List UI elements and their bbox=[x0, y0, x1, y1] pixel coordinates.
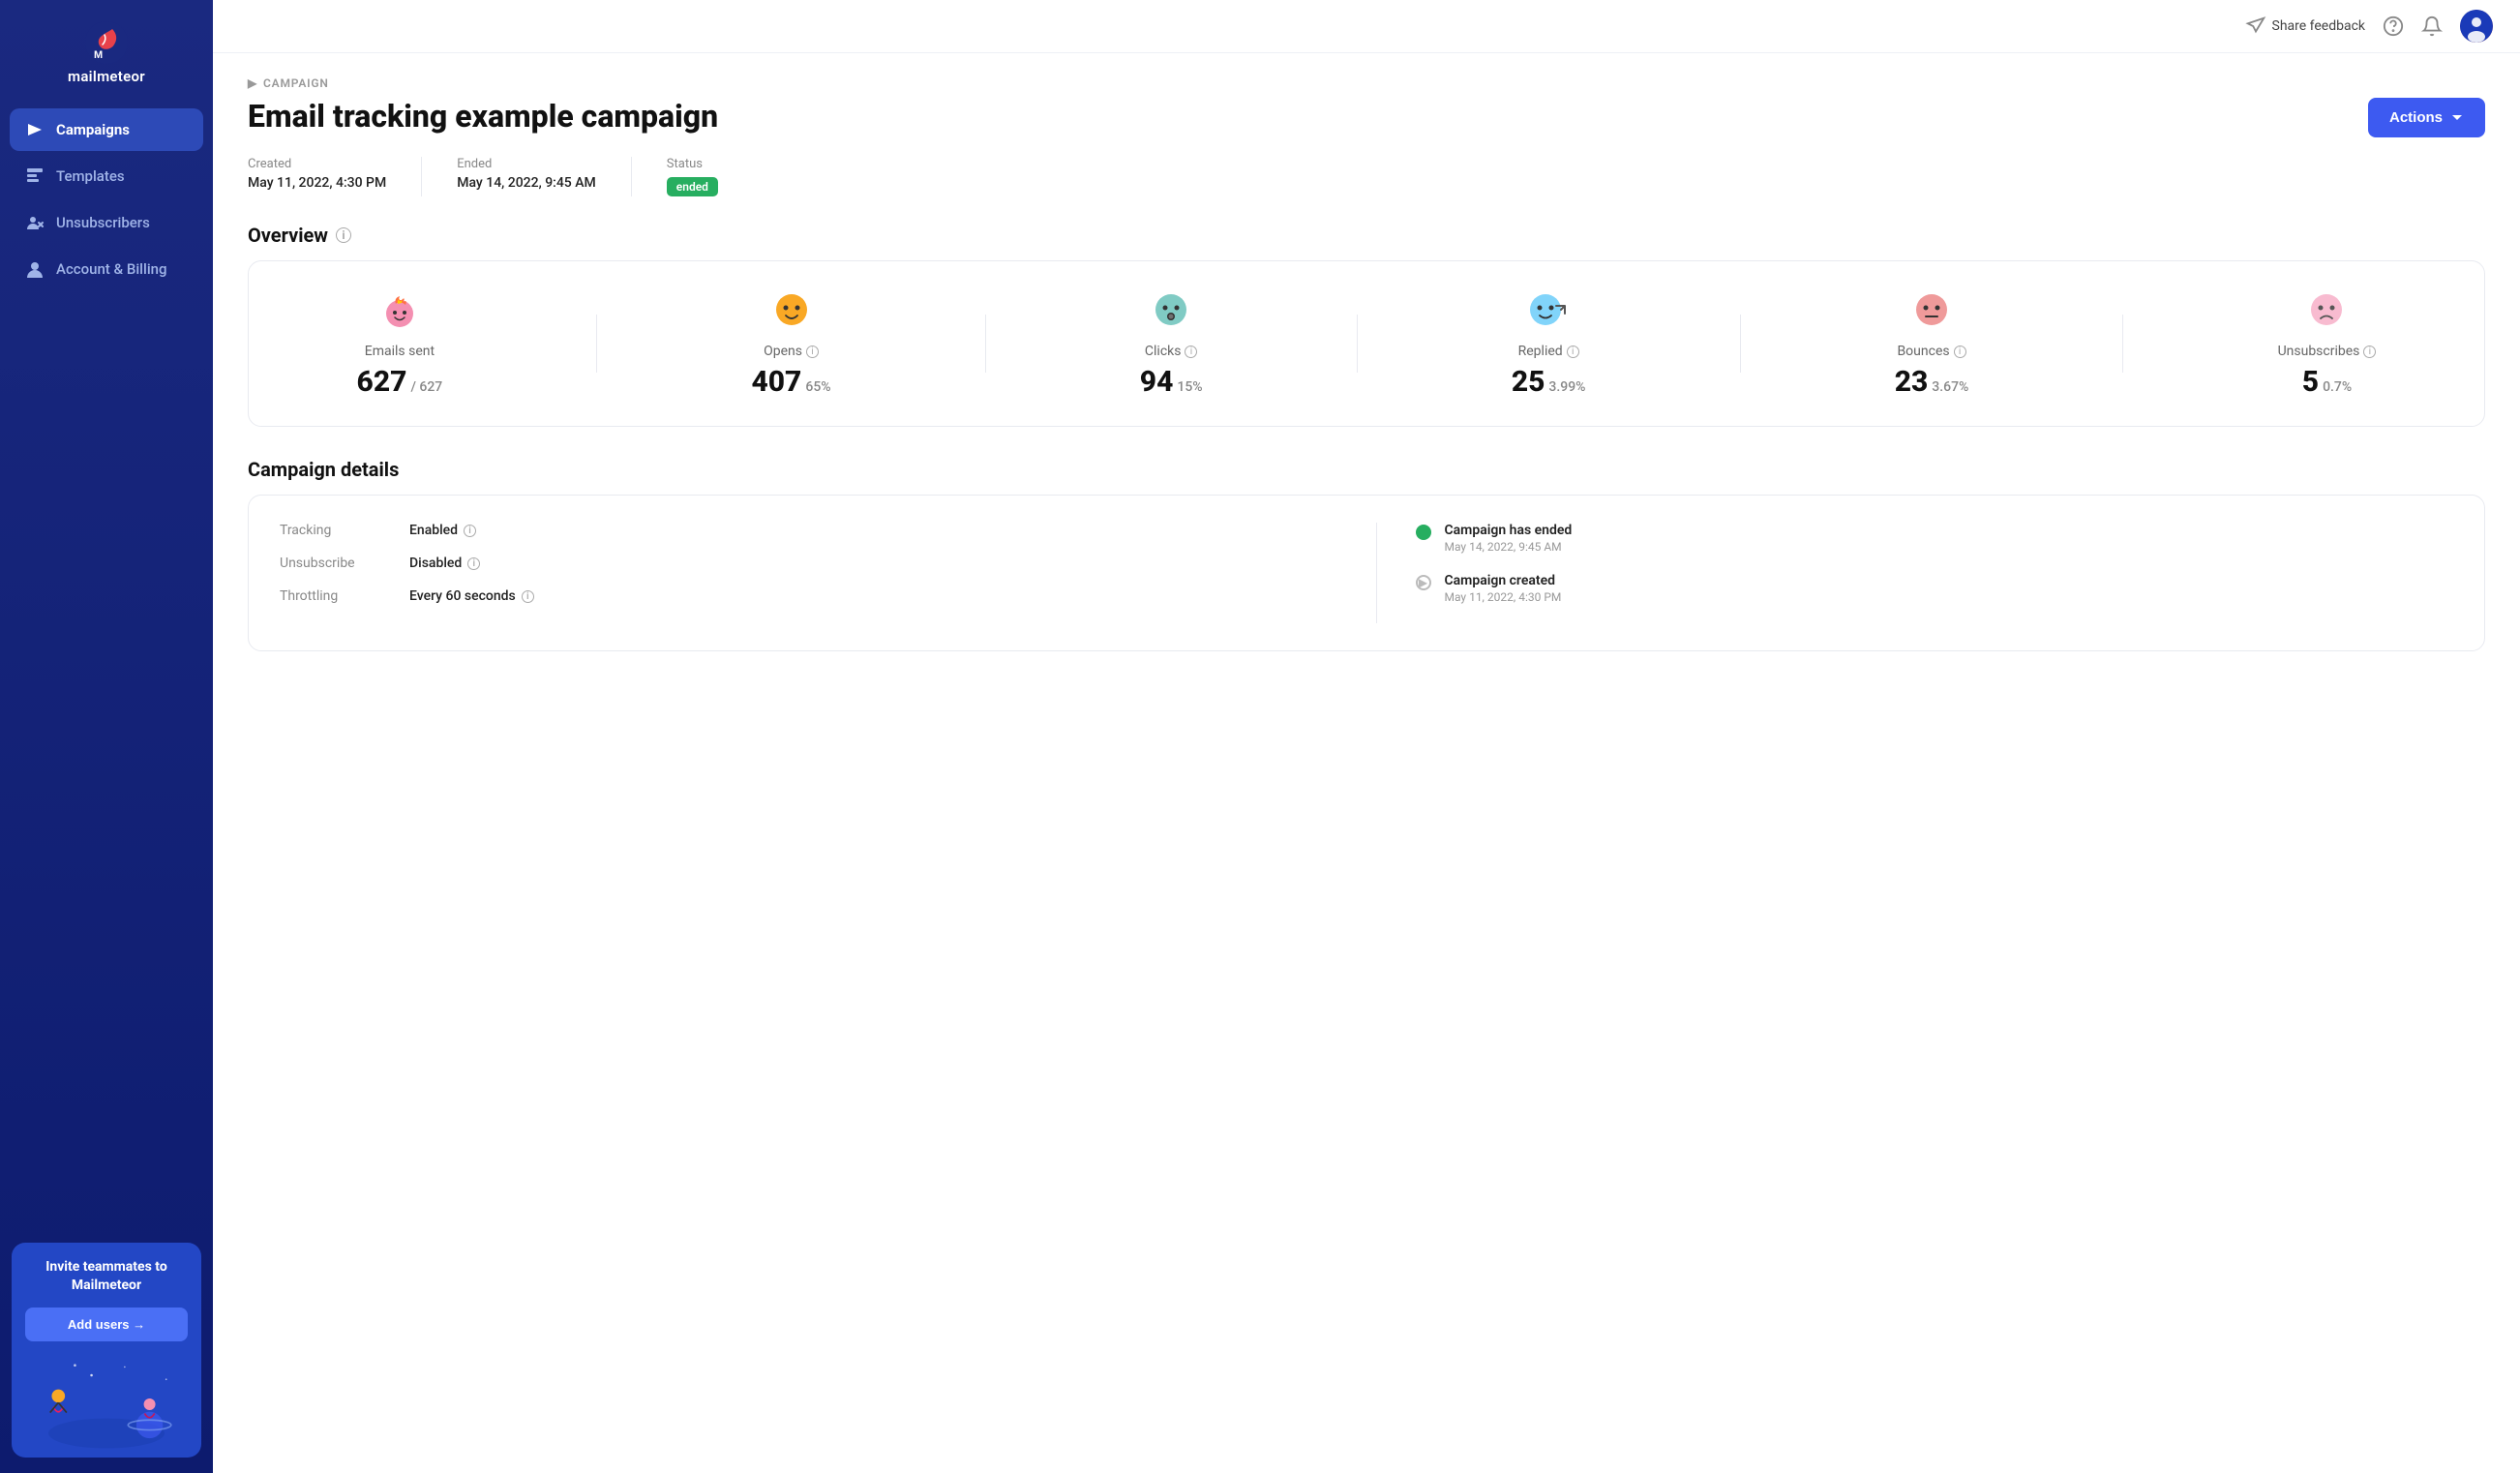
megaphone-icon bbox=[2245, 15, 2266, 37]
unsubscribes-value: 5 bbox=[2302, 365, 2319, 399]
created-meta: Created May 11, 2022, 4:30 PM bbox=[248, 157, 422, 196]
emails-sent-sub: / 627 bbox=[410, 379, 442, 395]
opens-value: 407 bbox=[751, 365, 801, 399]
opens-sub: 65% bbox=[805, 379, 830, 395]
details-right: Campaign has ended May 14, 2022, 9:45 AM… bbox=[1376, 523, 2454, 623]
bounces-info-icon[interactable]: i bbox=[1954, 346, 1966, 358]
stat-divider-5 bbox=[2122, 315, 2123, 373]
emails-sent-value: 627 bbox=[357, 365, 407, 399]
unsubscribes-info-icon[interactable]: i bbox=[2363, 346, 2376, 358]
invite-box: Invite teammates to Mailmeteor Add users… bbox=[12, 1243, 201, 1458]
sidebar-item-unsubscribers[interactable]: Unsubscribers bbox=[10, 201, 203, 244]
account-icon bbox=[25, 259, 45, 279]
replied-value: 25 bbox=[1512, 365, 1545, 399]
campaign-details-card: Tracking Enabled i Unsubscribe Disabled … bbox=[248, 495, 2485, 651]
notifications-icon[interactable] bbox=[2421, 15, 2443, 37]
help-icon[interactable] bbox=[2383, 15, 2404, 37]
page-title: Email tracking example campaign bbox=[248, 98, 718, 135]
emails-sent-label: Emails sent bbox=[365, 344, 435, 359]
unsubscribes-label: Unsubscribes i bbox=[2278, 344, 2377, 359]
unsubscribes-sub: 0.7% bbox=[2323, 379, 2352, 395]
overview-section-title: Overview i bbox=[248, 224, 2485, 247]
clicks-sub: 15% bbox=[1177, 379, 1202, 395]
sidebar-item-templates[interactable]: Templates bbox=[10, 155, 203, 197]
meta-row: Created May 11, 2022, 4:30 PM Ended May … bbox=[248, 157, 2485, 196]
status-meta: Status ended bbox=[667, 157, 753, 196]
clicks-emoji bbox=[1150, 288, 1192, 338]
breadcrumb: ▶ CAMPAIGN bbox=[248, 76, 2485, 90]
unsubscribe-row: Unsubscribe Disabled i bbox=[280, 556, 1318, 571]
opens-info-icon[interactable]: i bbox=[806, 346, 819, 358]
stat-unsubscribes: Unsubscribes i 5 0.7% bbox=[2278, 288, 2377, 399]
clicks-info-icon[interactable]: i bbox=[1185, 346, 1197, 358]
replied-info-icon[interactable]: i bbox=[1567, 346, 1579, 358]
timeline-item-created: ▶ Campaign created May 11, 2022, 4:30 PM bbox=[1416, 573, 2454, 604]
unsubscribe-info-icon[interactable]: i bbox=[467, 557, 480, 570]
templates-icon bbox=[25, 166, 45, 186]
sidebar-item-campaigns[interactable]: Campaigns bbox=[10, 108, 203, 151]
stat-replied: Replied i 25 3.99% bbox=[1512, 288, 1586, 399]
sidebar-illustration bbox=[25, 1351, 188, 1458]
share-feedback-button[interactable]: Share feedback bbox=[2245, 15, 2366, 37]
chevron-down-icon bbox=[2450, 111, 2464, 125]
avatar-image bbox=[2460, 10, 2493, 43]
sidebar-item-account-billing[interactable]: Account & Billing bbox=[10, 248, 203, 290]
logo: M mailmeteor bbox=[0, 0, 213, 101]
overview-info-icon[interactable]: i bbox=[336, 227, 351, 243]
bounces-sub: 3.67% bbox=[1932, 379, 1968, 395]
bounces-emoji bbox=[1910, 288, 1953, 338]
sidebar: M mailmeteor Campaigns Templates bbox=[0, 0, 213, 1473]
stat-divider-2 bbox=[985, 315, 986, 373]
bounces-value: 23 bbox=[1895, 365, 1929, 399]
clicks-value: 94 bbox=[1140, 365, 1174, 399]
replied-label: Replied i bbox=[1518, 344, 1579, 359]
timeline-dot-gray: ▶ bbox=[1416, 575, 1431, 590]
campaign-details-title: Campaign details bbox=[248, 458, 2485, 481]
stat-divider-1 bbox=[596, 315, 597, 373]
app-name: mailmeteor bbox=[68, 68, 145, 85]
overview-card: Emails sent 627 / 627 bbox=[248, 260, 2485, 427]
breadcrumb-arrow-icon: ▶ bbox=[248, 76, 257, 90]
sidebar-nav: Campaigns Templates Unsubscribers bbox=[0, 101, 213, 1233]
opens-emoji bbox=[770, 288, 813, 338]
page-header: Email tracking example campaign Actions bbox=[248, 98, 2485, 137]
stat-emails-sent: Emails sent 627 / 627 bbox=[357, 288, 443, 399]
logo-icon: M bbox=[85, 21, 128, 64]
throttling-row: Throttling Every 60 seconds i bbox=[280, 588, 1318, 604]
tracking-row: Tracking Enabled i bbox=[280, 523, 1318, 538]
campaigns-icon bbox=[25, 120, 45, 139]
stat-opens: Opens i 407 65% bbox=[751, 288, 830, 399]
timeline-item-ended: Campaign has ended May 14, 2022, 9:45 AM bbox=[1416, 523, 2454, 554]
replied-emoji bbox=[1524, 288, 1573, 338]
stat-clicks: Clicks i 94 15% bbox=[1140, 288, 1203, 399]
emails-sent-emoji bbox=[378, 288, 421, 338]
user-avatar[interactable] bbox=[2460, 10, 2493, 43]
ended-meta: Ended May 14, 2022, 9:45 AM bbox=[457, 157, 632, 196]
actions-button[interactable]: Actions bbox=[2368, 98, 2485, 137]
svg-text:M: M bbox=[94, 49, 103, 61]
replied-sub: 3.99% bbox=[1548, 379, 1585, 395]
details-left: Tracking Enabled i Unsubscribe Disabled … bbox=[280, 523, 1318, 623]
add-users-button[interactable]: Add users → bbox=[25, 1308, 188, 1341]
stat-divider-4 bbox=[1740, 315, 1741, 373]
unsubscribers-icon bbox=[25, 213, 45, 232]
timeline-dot-green bbox=[1416, 525, 1431, 540]
page-content-area: ▶ CAMPAIGN Email tracking example campai… bbox=[213, 53, 2520, 1473]
main-content: Share feedback ▶ CAMPAIGN Email tra bbox=[213, 0, 2520, 1473]
invite-title: Invite teammates to Mailmeteor bbox=[25, 1258, 188, 1296]
stat-divider-3 bbox=[1357, 315, 1358, 373]
opens-label: Opens i bbox=[764, 344, 819, 359]
unsubscribes-emoji bbox=[2305, 288, 2348, 338]
stat-bounces: Bounces i 23 3.67% bbox=[1895, 288, 1969, 399]
status-badge: ended bbox=[667, 177, 718, 196]
clicks-label: Clicks i bbox=[1145, 344, 1198, 359]
bounces-label: Bounces i bbox=[1897, 344, 1965, 359]
tracking-info-icon[interactable]: i bbox=[464, 525, 476, 537]
throttling-info-icon[interactable]: i bbox=[522, 590, 534, 603]
topbar: Share feedback bbox=[213, 0, 2520, 53]
